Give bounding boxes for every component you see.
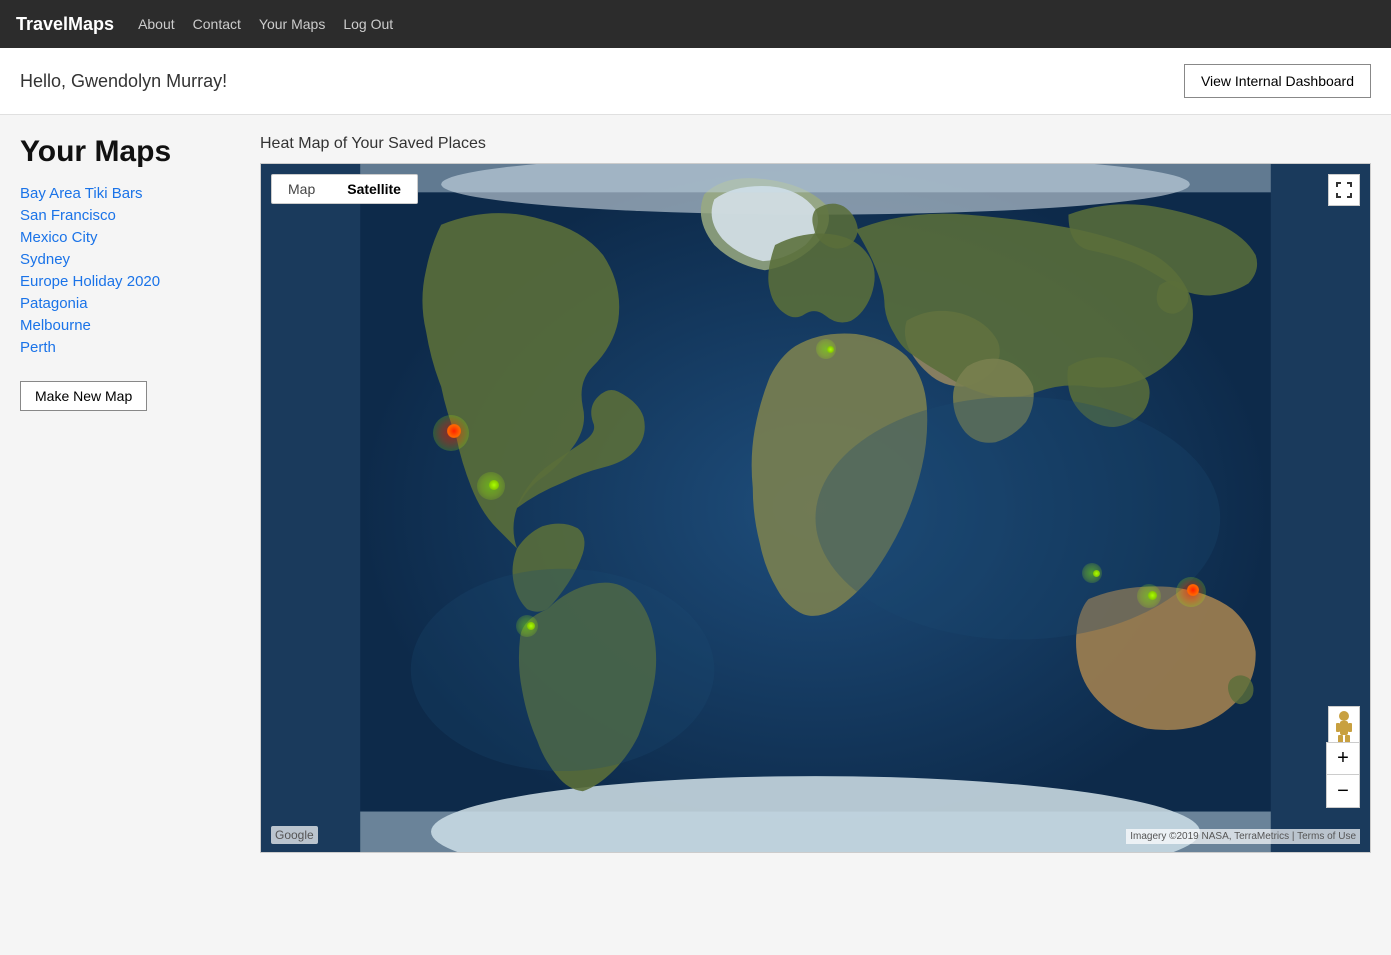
map-link-patagonia[interactable]: Patagonia	[20, 295, 88, 312]
map-link-san-francisco[interactable]: San Francisco	[20, 207, 116, 224]
navbar: TravelMaps About Contact Your Maps Log O…	[0, 0, 1391, 48]
map-link-bay-area[interactable]: Bay Area Tiki Bars	[20, 185, 143, 202]
list-item: Patagonia	[20, 295, 240, 313]
map-tabs: Map Satellite	[271, 174, 418, 204]
nav-about[interactable]: About	[138, 16, 175, 32]
zoom-controls: + −	[1326, 742, 1360, 808]
world-map-svg	[261, 164, 1370, 852]
list-item: Perth	[20, 339, 240, 357]
zoom-out-button[interactable]: −	[1327, 775, 1359, 807]
main-content: Your Maps Bay Area Tiki Bars San Francis…	[0, 115, 1391, 955]
nav-logout[interactable]: Log Out	[343, 16, 393, 32]
brand-logo: TravelMaps	[16, 14, 114, 35]
map-link-melbourne[interactable]: Melbourne	[20, 317, 91, 334]
tab-map[interactable]: Map	[272, 175, 331, 203]
list-item: San Francisco	[20, 207, 240, 225]
map-list: Bay Area Tiki Bars San Francisco Mexico …	[20, 185, 240, 357]
fullscreen-button[interactable]	[1328, 174, 1360, 206]
tab-satellite[interactable]: Satellite	[331, 175, 417, 203]
sidebar-title: Your Maps	[20, 135, 240, 169]
list-item: Sydney	[20, 251, 240, 269]
map-container[interactable]: Map Satellite	[260, 163, 1371, 853]
list-item: Bay Area Tiki Bars	[20, 185, 240, 203]
map-link-europe[interactable]: Europe Holiday 2020	[20, 273, 160, 290]
new-map-button[interactable]: Make New Map	[20, 381, 147, 411]
map-title: Heat Map of Your Saved Places	[260, 135, 1371, 153]
nav-contact[interactable]: Contact	[193, 16, 241, 32]
nav-links: About Contact Your Maps Log Out	[138, 16, 393, 32]
map-link-sydney[interactable]: Sydney	[20, 251, 70, 268]
nav-your-maps[interactable]: Your Maps	[259, 16, 325, 32]
sidebar: Your Maps Bay Area Tiki Bars San Francis…	[20, 135, 240, 935]
map-link-perth[interactable]: Perth	[20, 339, 56, 356]
list-item: Melbourne	[20, 317, 240, 335]
zoom-in-button[interactable]: +	[1327, 743, 1359, 775]
greeting: Hello, Gwendolyn Murray!	[20, 71, 227, 92]
header-row: Hello, Gwendolyn Murray! View Internal D…	[0, 48, 1391, 115]
list-item: Europe Holiday 2020	[20, 273, 240, 291]
dashboard-button[interactable]: View Internal Dashboard	[1184, 64, 1371, 98]
list-item: Mexico City	[20, 229, 240, 247]
map-link-mexico-city[interactable]: Mexico City	[20, 229, 98, 246]
map-area: Heat Map of Your Saved Places	[260, 135, 1371, 935]
google-logo: Google	[271, 826, 318, 844]
map-attribution: Imagery ©2019 NASA, TerraMetrics | Terms…	[1126, 829, 1360, 844]
fullscreen-icon	[1335, 181, 1353, 199]
